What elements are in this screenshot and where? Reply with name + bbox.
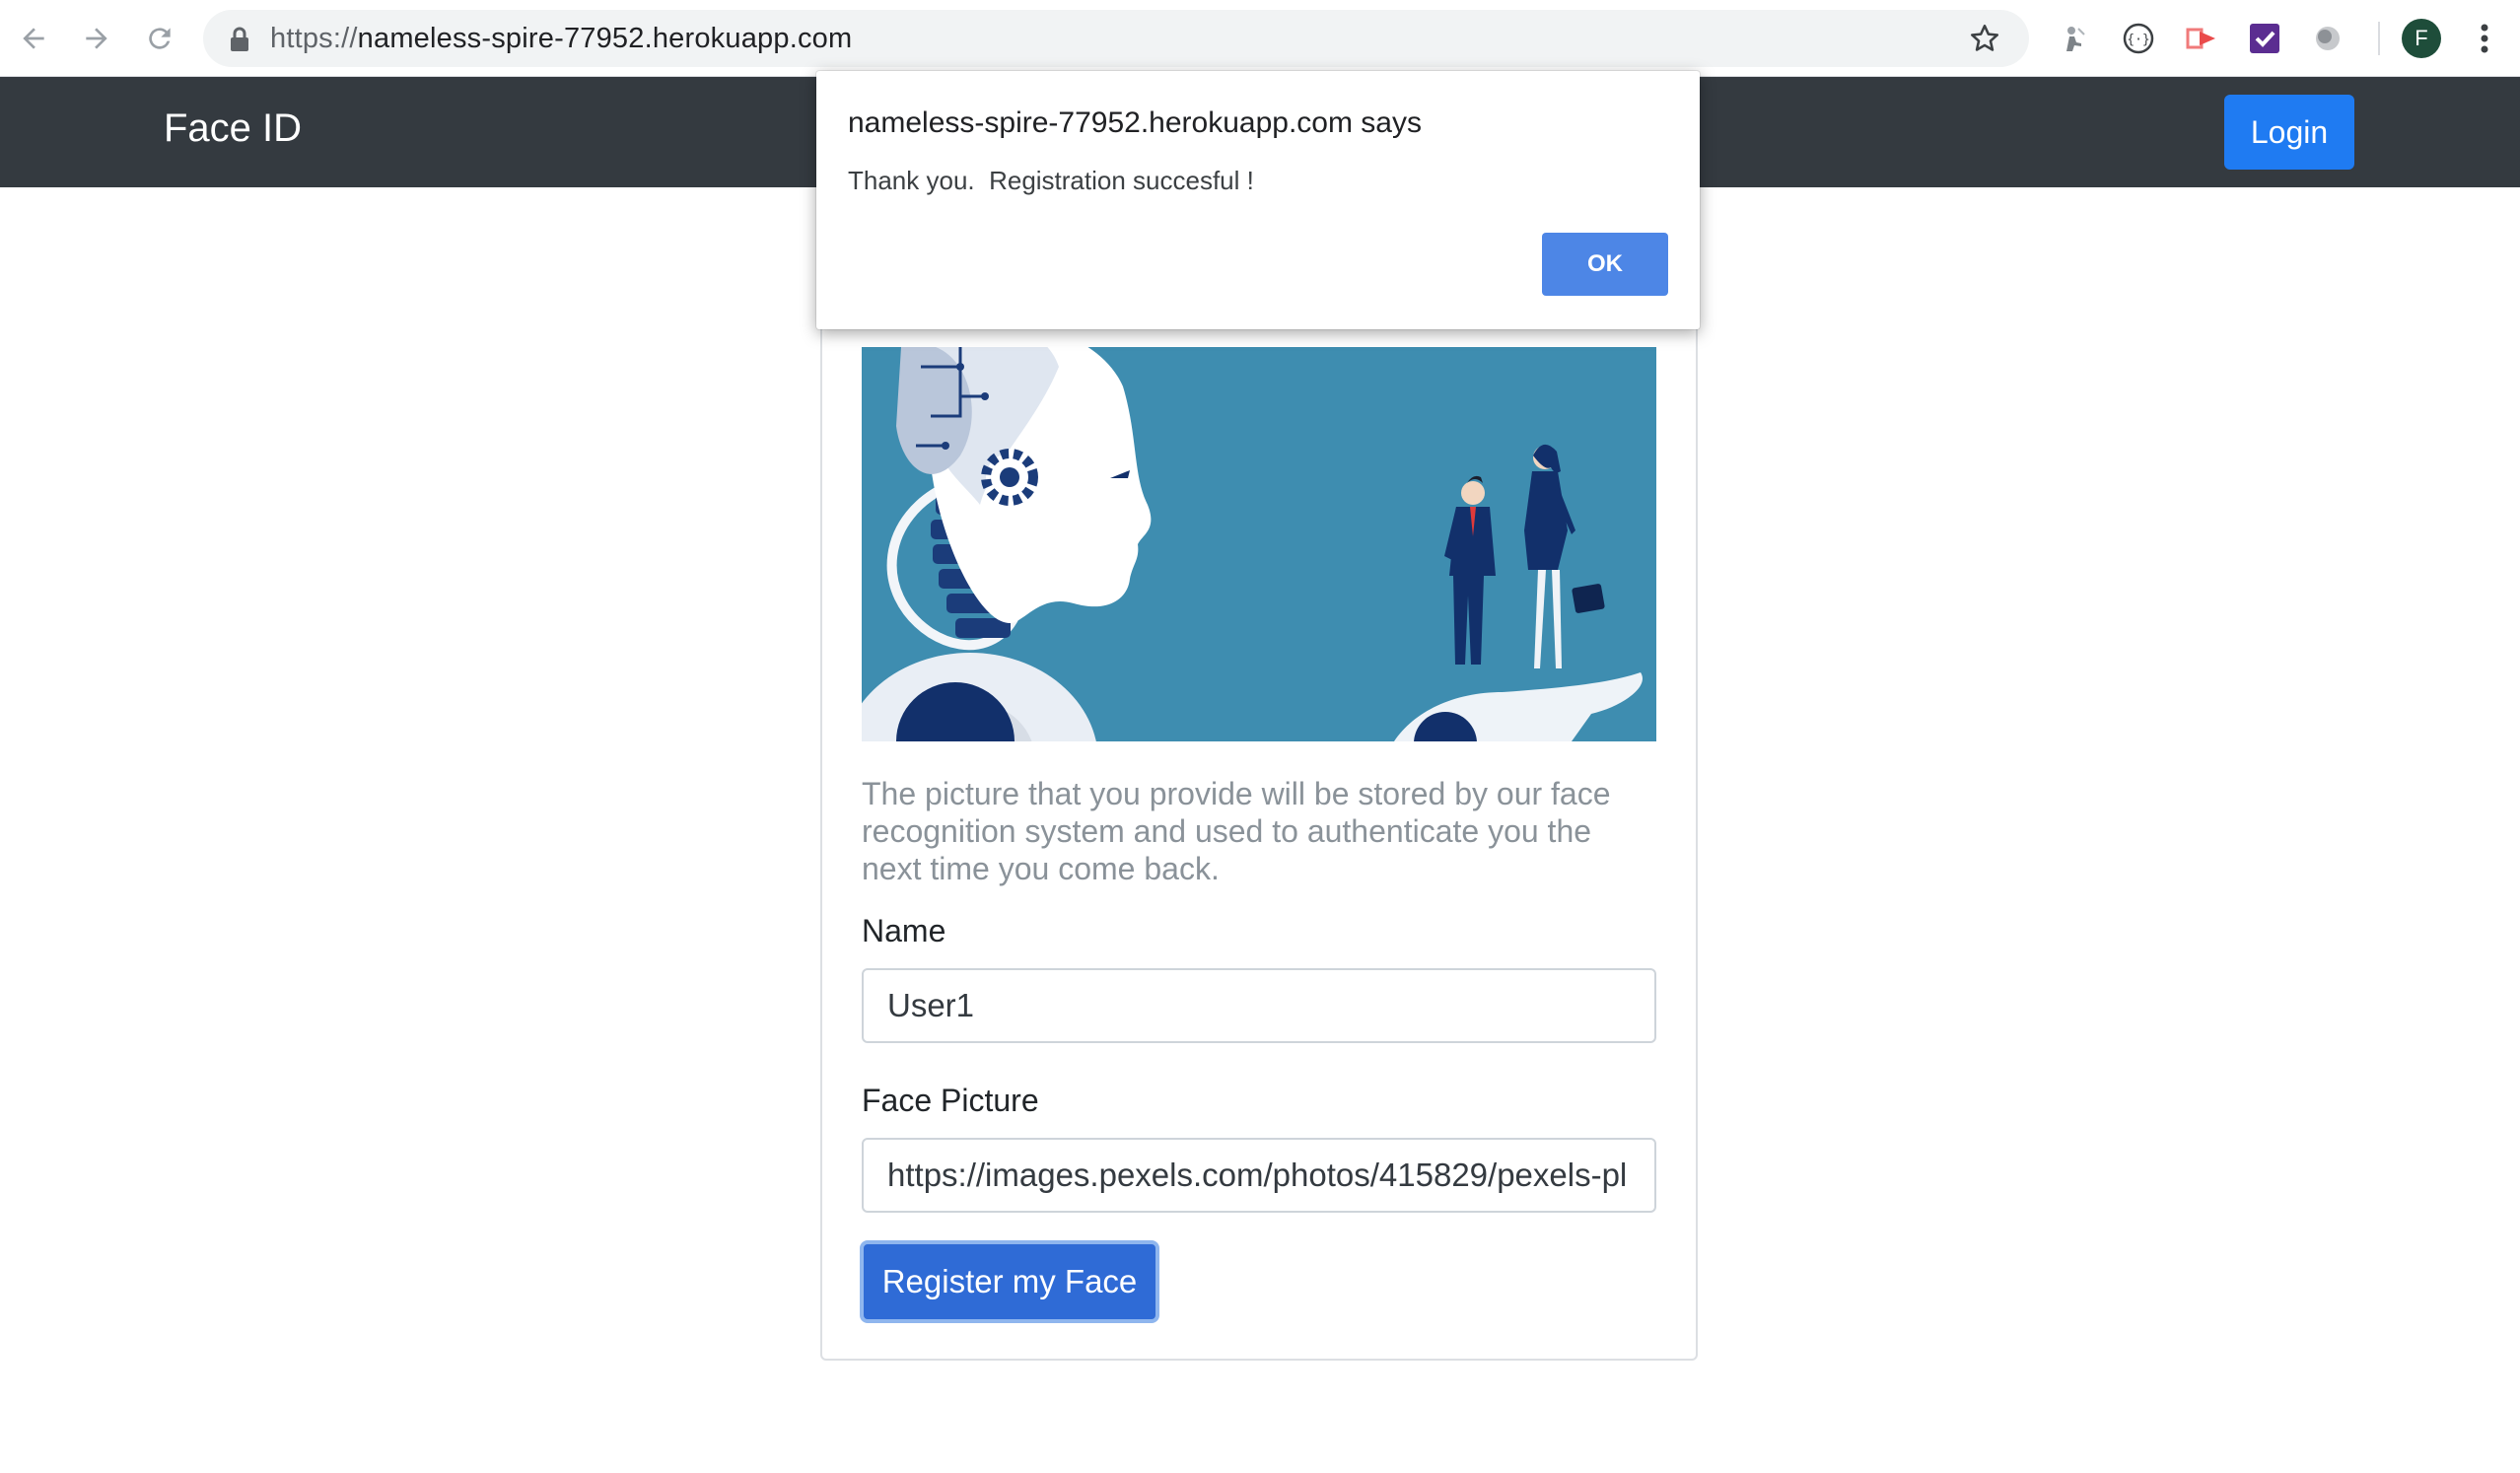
address-bar[interactable]: https://nameless-spire-77952.herokuapp.c… bbox=[203, 10, 2029, 67]
forward-arrow-icon[interactable] bbox=[75, 17, 118, 60]
toolbar-divider bbox=[2378, 22, 2380, 55]
dialog-ok-button[interactable]: OK bbox=[1542, 233, 1668, 296]
lock-icon bbox=[231, 27, 248, 51]
extension-cast-icon[interactable] bbox=[2183, 20, 2220, 57]
kebab-menu-icon[interactable] bbox=[2467, 20, 2502, 57]
url-host: nameless-spire-77952.herokuapp.com bbox=[357, 23, 853, 54]
star-icon[interactable] bbox=[1968, 22, 2001, 55]
back-arrow-icon[interactable] bbox=[12, 17, 55, 60]
browser-toolbar: https://nameless-spire-77952.herokuapp.c… bbox=[0, 0, 2520, 77]
face-picture-label: Face Picture bbox=[862, 1083, 1039, 1118]
register-face-button[interactable]: Register my Face bbox=[860, 1240, 1159, 1323]
login-button[interactable]: Login bbox=[2224, 95, 2354, 170]
extension-figure-icon[interactable] bbox=[2057, 20, 2094, 57]
svg-text:{·}: {·} bbox=[2127, 33, 2149, 47]
alert-dialog: nameless-spire-77952.herokuapp.com says … bbox=[816, 71, 1700, 329]
extension-code-icon[interactable]: {·} bbox=[2120, 20, 2157, 57]
description-text: The picture that you provide will be sto… bbox=[862, 776, 1611, 886]
profile-avatar[interactable]: F bbox=[2402, 19, 2441, 58]
face-picture-url-input[interactable]: https://images.pexels.com/photos/415829/… bbox=[862, 1138, 1656, 1213]
name-input[interactable]: User1 bbox=[862, 968, 1656, 1043]
dialog-message: Thank you. Registration succesful ! bbox=[848, 166, 1254, 195]
extension-circle-icon[interactable] bbox=[2309, 20, 2346, 57]
brand-title[interactable]: Face ID bbox=[164, 106, 302, 151]
reload-icon[interactable] bbox=[138, 17, 181, 60]
hero-illustration bbox=[862, 347, 1656, 741]
url-text: https://nameless-spire-77952.herokuapp.c… bbox=[270, 23, 852, 55]
url-scheme: https:// bbox=[270, 23, 358, 54]
extension-check-icon[interactable] bbox=[2246, 20, 2283, 57]
dialog-title: nameless-spire-77952.herokuapp.com says bbox=[848, 106, 1422, 139]
name-label: Name bbox=[862, 913, 946, 948]
